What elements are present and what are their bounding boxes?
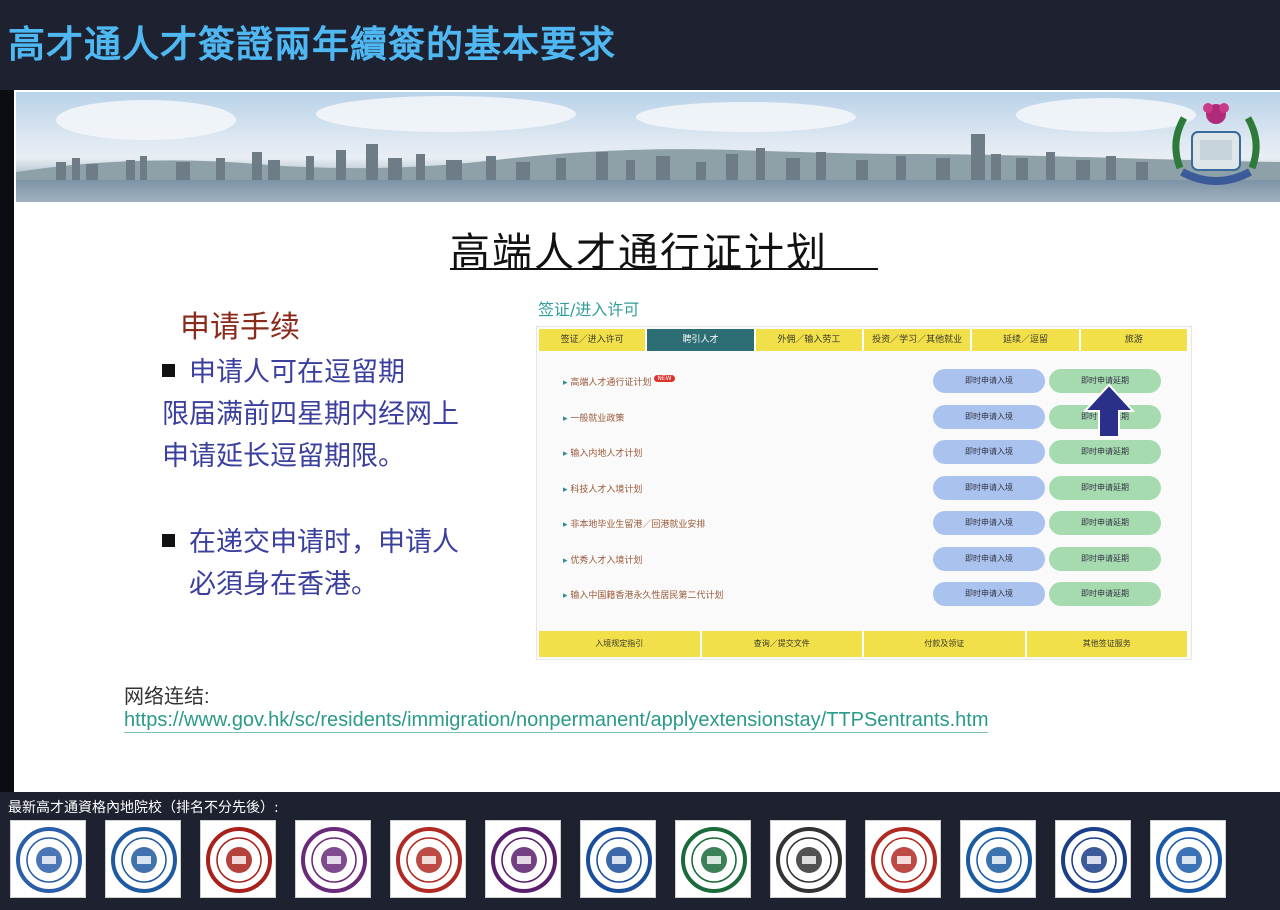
- bullet-line: 在递交申请时，申请人: [162, 522, 459, 564]
- bullet-line: 必須身在香港。: [189, 569, 378, 600]
- sjtu-logo-icon: [390, 820, 466, 898]
- embedded-apply-extension-button: 即时申请延期: [1049, 582, 1161, 606]
- embedded-scheme-row: ▸ 输入内地人才计划 即时申请入境 即时申请延期: [537, 440, 1193, 466]
- embedded-scheme-label: ▸ 优秀人才入境计划: [563, 553, 642, 566]
- gov-hk-link[interactable]: https://www.gov.hk/sc/residents/immigrat…: [124, 709, 989, 733]
- embedded-nav-tab: 投资／学习／其他就业: [863, 329, 973, 351]
- university-list-caption: 最新高才通資格內地院校（排名不分先後）:: [8, 800, 279, 816]
- embedded-scheme-text: 优秀人才入境计划: [570, 555, 643, 566]
- embedded-footer-link: 查询／提交文件: [701, 631, 864, 657]
- presentation-slide: 高端人才通行证计划 申请手续 申请人可在逗留期 限届满前四星期内经网上 申请延长…: [14, 90, 1280, 792]
- xjtu-logo-icon: [865, 820, 941, 898]
- whu-logo-icon: [770, 820, 846, 898]
- embedded-nav-bar: 签证／进入许可 聘引人才 外佣／输入劳工 投资／学习／其他就业 延续／逗留 旅游: [539, 329, 1189, 351]
- embedded-scheme-text: 高端人才通行证计划: [570, 378, 652, 388]
- immigration-department-emblem-icon: [1172, 103, 1260, 185]
- embedded-scheme-text: 科技人才入境计划: [570, 484, 643, 495]
- embedded-scheme-text: 输入中国籍香港永久性居民第二代计划: [570, 591, 724, 601]
- embedded-scheme-row: ▸ 优秀人才入境计划 即时申请入境 即时申请延期: [537, 546, 1193, 573]
- embedded-scheme-text: 一般就业政策: [570, 413, 625, 424]
- page-title: 高才通人才簽證兩年續簽的基本要求: [8, 23, 616, 66]
- skyline-silhouette: [16, 134, 1280, 182]
- embedded-apply-entry-button: 即时申请入境: [933, 440, 1045, 464]
- embedded-apply-entry-button: 即时申请入境: [933, 582, 1045, 606]
- bullet-line: 限届满前四星期内经网上: [162, 399, 459, 430]
- embedded-apply-entry-button: 即时申请入境: [933, 369, 1045, 393]
- embedded-apply-entry-button: 即时申请入境: [933, 546, 1045, 571]
- embedded-footer-bar: 入境规定指引 查询／提交文件 付款及领证 其他签证服务: [539, 631, 1189, 657]
- embedded-nav-tab-active: 聘引人才: [647, 329, 756, 351]
- bullet-1: 申请人可在逗留期 限届满前四星期内经网上 申请延长逗留期限。: [162, 352, 459, 478]
- new-badge: NEW: [654, 375, 675, 382]
- embedded-apply-extension-button: 即时申请延期: [1049, 440, 1161, 464]
- embedded-scheme-label: ▸ 非本地毕业生留港／回港就业安排: [563, 517, 705, 530]
- embedded-website-screenshot: 签证／进入许可 聘引人才 外佣／输入劳工 投资／学习／其他就业 延续／逗留 旅游…: [536, 326, 1192, 660]
- bullet-line: 申请人可在逗留期: [162, 352, 459, 394]
- embedded-apply-entry-button: 即时申请入境: [933, 404, 1045, 429]
- embedded-nav-tab: 外佣／输入劳工: [755, 329, 864, 351]
- header-banner: 高才通人才簽證兩年續簽的基本要求: [0, 0, 1280, 90]
- bullet-line-text: 申请人可在逗留期: [189, 357, 405, 388]
- embedded-footer-link: 入境规定指引: [539, 631, 702, 657]
- left-edge-bar: [0, 90, 14, 792]
- sysu-logo-icon: [675, 820, 751, 898]
- pku-logo-icon: [200, 820, 276, 898]
- embedded-apply-extension-button: 即时申请延期: [1049, 511, 1161, 535]
- embedded-footer-link: 其他签证服务: [1026, 631, 1189, 657]
- embedded-nav-tab: 延续／逗留: [972, 329, 1081, 351]
- up-arrow-icon: [1083, 383, 1135, 438]
- embedded-scheme-text: 非本地毕业生留港／回港就业安排: [570, 520, 706, 530]
- embedded-nav-tab: 签证／进入许可: [539, 329, 648, 351]
- embedded-scheme-label: ▸ 输入内地人才计划: [563, 446, 642, 459]
- embedded-apply-entry-button: 即时申请入境: [933, 511, 1045, 535]
- hit-logo-icon: [960, 820, 1036, 898]
- embedded-scheme-label: ▸ 输入中国籍香港永久性居民第二代计划: [563, 588, 723, 601]
- bullet-2: 在递交申请时，申请人 必須身在香港。: [162, 522, 459, 606]
- harbour-water: [16, 180, 1280, 202]
- csu-logo-icon: [1150, 820, 1226, 898]
- bullet-square-icon: [162, 534, 175, 547]
- bullet-line: 申请延长逗留期限。: [162, 441, 405, 472]
- embedded-scheme-text: 输入内地人才计划: [570, 449, 643, 459]
- embedded-scheme-row: ▸ 科技人才入境计划 即时申请入境 即时申请延期: [537, 475, 1193, 502]
- bottom-university-bar: 最新高才通資格內地院校（排名不分先後）:: [0, 792, 1280, 910]
- bullet-square-icon: [162, 364, 175, 377]
- embedded-scheme-row: ▸ 非本地毕业生留港／回港就业安排 即时申请入境 即时申请延期: [537, 511, 1193, 537]
- bullet-line-text: 在递交申请时，申请人: [189, 527, 459, 558]
- embedded-scheme-label: ▸ 高端人才通行证计划 NEW: [563, 375, 675, 388]
- embedded-scheme-label: ▸ 科技人才入境计划: [563, 482, 642, 495]
- ucas-logo-icon: [105, 820, 181, 898]
- embedded-apply-extension-button: 即时申请延期: [1049, 546, 1161, 571]
- embedded-apply-extension-button: 即时申请延期: [1049, 475, 1161, 500]
- hong-kong-skyline-banner: [16, 92, 1280, 202]
- embedded-footer-link: 付款及领证: [864, 631, 1027, 657]
- cloud-shape: [636, 102, 856, 132]
- nanjing-logo-icon: [485, 820, 561, 898]
- procedure-heading: 申请手续: [180, 310, 300, 345]
- title-underline: [450, 268, 878, 270]
- embedded-nav-tab: 旅游: [1080, 329, 1189, 351]
- nju-logo-icon: [295, 820, 371, 898]
- ustc-logo-icon: [10, 820, 86, 898]
- fudan-logo-icon: [1055, 820, 1131, 898]
- embedded-scheme-row: ▸ 输入中国籍香港永久性居民第二代计划 即时申请入境 即时申请延期: [537, 582, 1193, 608]
- embedded-apply-entry-button: 即时申请入境: [933, 475, 1045, 500]
- cloud-shape: [316, 96, 576, 132]
- zju-logo-icon: [580, 820, 656, 898]
- link-label: 网络连结:: [124, 686, 210, 708]
- embedded-section-label: 签证/进入许可: [538, 300, 640, 319]
- embedded-scheme-label: ▸ 一般就业政策: [563, 411, 624, 424]
